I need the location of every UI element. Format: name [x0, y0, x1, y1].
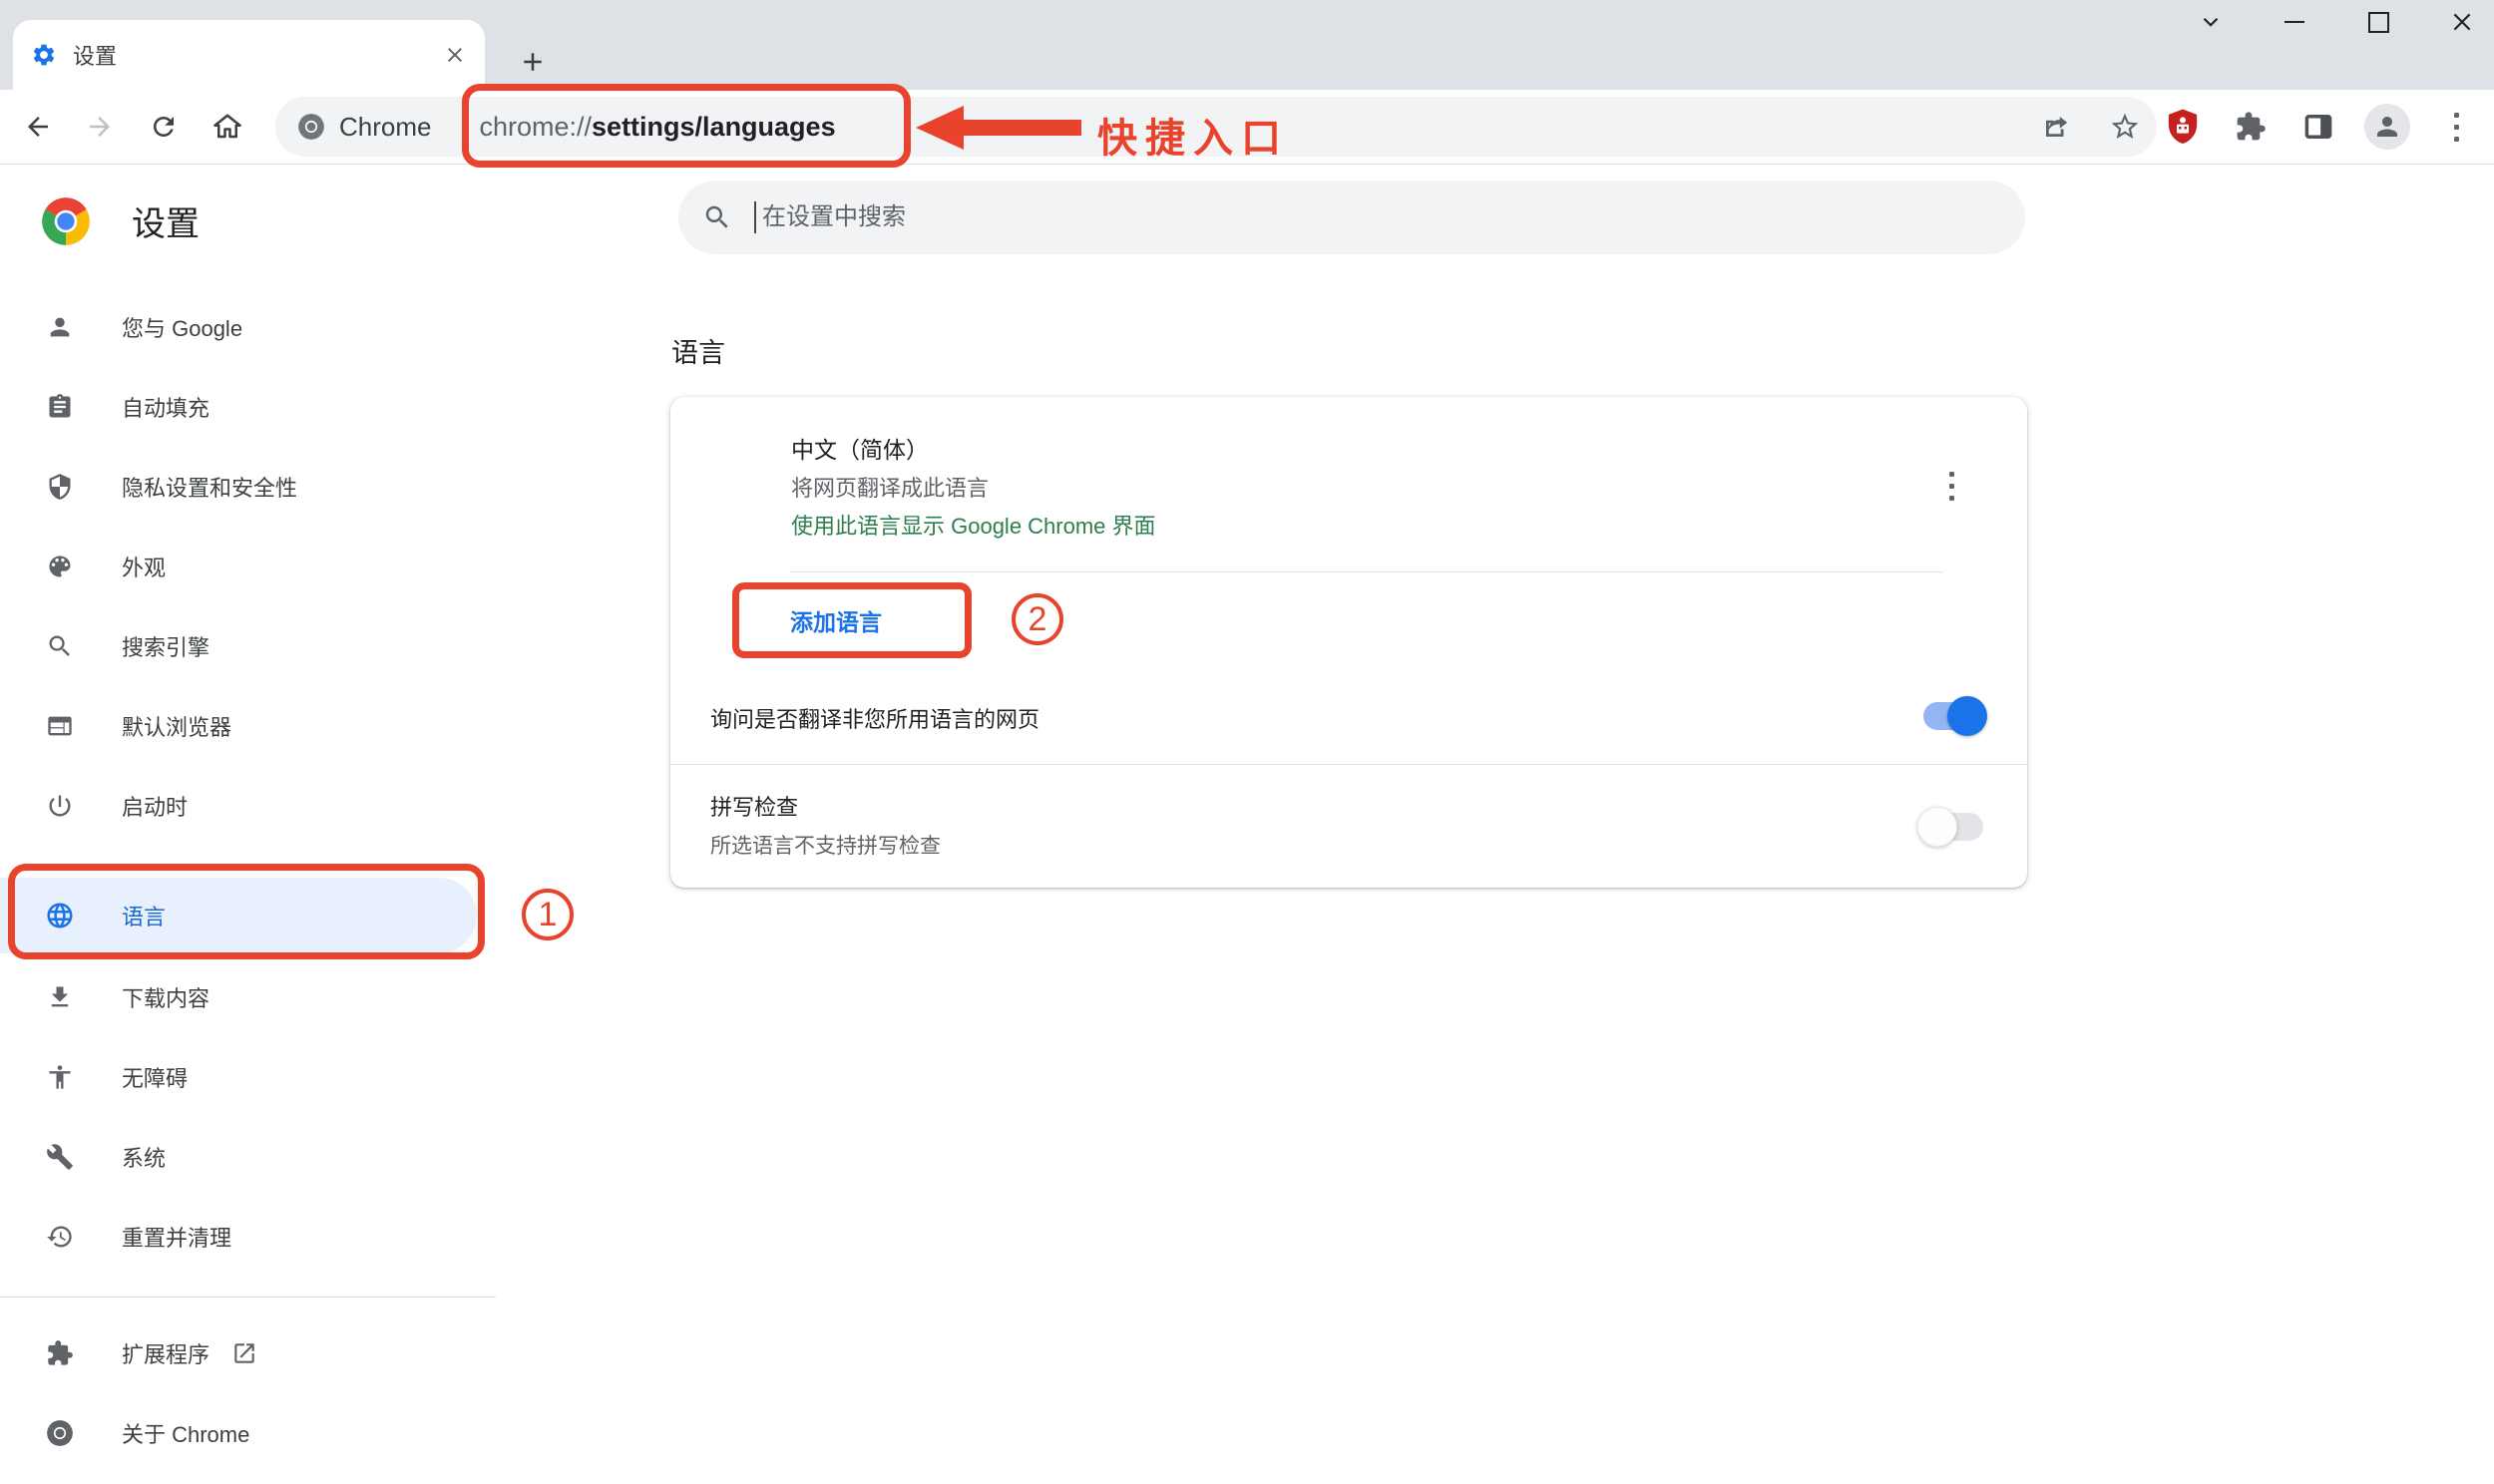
language-item-name: 中文（简体）	[791, 431, 929, 465]
text-caret	[754, 201, 756, 233]
window-titlebar: 设置	[0, 0, 2494, 90]
spellcheck-subtitle: 所选语言不支持拼写检查	[710, 830, 941, 860]
window-close-icon[interactable]	[2448, 8, 2476, 36]
spellcheck-toggle[interactable]	[1923, 813, 1983, 841]
sidebar-item-system[interactable]: 系统	[0, 1117, 499, 1197]
sidebar-item-appearance[interactable]: 外观	[0, 527, 499, 606]
window-chevron-down-icon[interactable]	[2197, 8, 2225, 36]
extensions-puzzle-icon[interactable]	[2229, 105, 2273, 149]
tab-favicon-gear-icon	[31, 42, 57, 68]
annotation-arrow-left	[916, 104, 1081, 152]
profile-avatar[interactable]	[2364, 104, 2410, 150]
language-item-translate-line: 将网页翻译成此语言	[791, 471, 989, 503]
sidebar-item-on-startup[interactable]: 启动时	[0, 766, 499, 846]
window-maximize-icon[interactable]	[2364, 8, 2392, 36]
share-icon[interactable]	[2041, 112, 2071, 142]
forward-button[interactable]	[76, 90, 124, 164]
settings-page-title: 设置	[132, 196, 200, 245]
settings-header: 设置	[0, 165, 2494, 289]
annotation-step-1: 1	[522, 889, 574, 940]
browser-icon	[34, 712, 86, 740]
search-icon	[702, 202, 732, 232]
tab-title: 设置	[73, 39, 443, 71]
open-in-new-icon	[231, 1340, 257, 1366]
sidebar-item-downloads[interactable]: 下载内容	[0, 957, 499, 1037]
palette-icon	[34, 553, 86, 580]
browser-tab[interactable]: 设置	[13, 20, 485, 90]
privacy-shield-icon	[34, 473, 86, 501]
spellcheck-title: 拼写检查	[710, 790, 798, 822]
translate-prompt-toggle[interactable]	[1923, 702, 1983, 730]
annotation-shortcut-note: 快捷入口	[1097, 106, 1289, 164]
sidebar-item-privacy[interactable]: 隐私设置和安全性	[0, 447, 499, 527]
translate-prompt-label: 询问是否翻译非您所用语言的网页	[710, 702, 1039, 734]
sidebar-item-extensions[interactable]: 扩展程序	[0, 1313, 499, 1393]
window-controls	[2197, 8, 2476, 36]
reload-button[interactable]	[140, 90, 188, 164]
annotation-url-box	[462, 84, 911, 168]
search-icon	[34, 632, 86, 660]
download-icon	[34, 983, 86, 1011]
puzzle-icon	[34, 1339, 86, 1367]
browser-menu-kebab-icon[interactable]	[2434, 105, 2478, 149]
home-button[interactable]	[204, 90, 251, 164]
new-tab-button[interactable]	[511, 40, 555, 84]
sidebar-item-default-browser[interactable]: 默认浏览器	[0, 686, 499, 766]
wrench-icon	[34, 1143, 86, 1171]
card-divider	[790, 571, 1943, 572]
extension-shield-icon[interactable]	[2161, 105, 2205, 149]
annotation-add-language-box	[732, 582, 972, 658]
sidebar-item-reset[interactable]: 重置并清理	[0, 1197, 499, 1277]
language-item-kebab-icon[interactable]	[1929, 464, 1973, 508]
window-minimize-icon[interactable]	[2281, 8, 2308, 36]
sidebar-item-about-chrome[interactable]: 关于 Chrome	[0, 1393, 499, 1473]
back-button[interactable]	[14, 90, 62, 164]
side-panel-icon[interactable]	[2296, 105, 2340, 149]
sidebar-item-accessibility[interactable]: 无障碍	[0, 1037, 499, 1117]
settings-search-input[interactable]	[760, 202, 2001, 232]
power-icon	[34, 792, 86, 820]
person-icon	[34, 313, 86, 341]
annotation-language-box	[8, 864, 485, 959]
bookmark-star-icon[interactable]	[2109, 111, 2141, 143]
chrome-badge-icon	[297, 113, 325, 141]
sidebar-item-autofill[interactable]: 自动填充	[0, 367, 499, 447]
sidebar-item-you-and-google[interactable]: 您与 Google	[0, 287, 499, 367]
card-divider-full	[670, 764, 2027, 765]
settings-search-bar[interactable]	[678, 181, 2025, 254]
chrome-badge-label: Chrome	[339, 112, 431, 143]
toggle-thumb	[1917, 807, 1957, 847]
history-icon	[34, 1223, 86, 1251]
toggle-thumb	[1947, 696, 1987, 736]
accessibility-icon	[34, 1063, 86, 1091]
language-item-ui-line: 使用此语言显示 Google Chrome 界面	[791, 509, 1156, 541]
sidebar-divider	[0, 1297, 496, 1298]
chrome-logo-icon	[40, 195, 92, 247]
annotation-step-2: 2	[1012, 593, 1063, 645]
chrome-icon	[34, 1419, 86, 1447]
section-heading-languages: 语言	[671, 331, 725, 370]
autofill-icon	[34, 393, 86, 421]
tab-close-icon[interactable]	[443, 43, 467, 67]
sidebar-item-search-engine[interactable]: 搜索引擎	[0, 606, 499, 686]
